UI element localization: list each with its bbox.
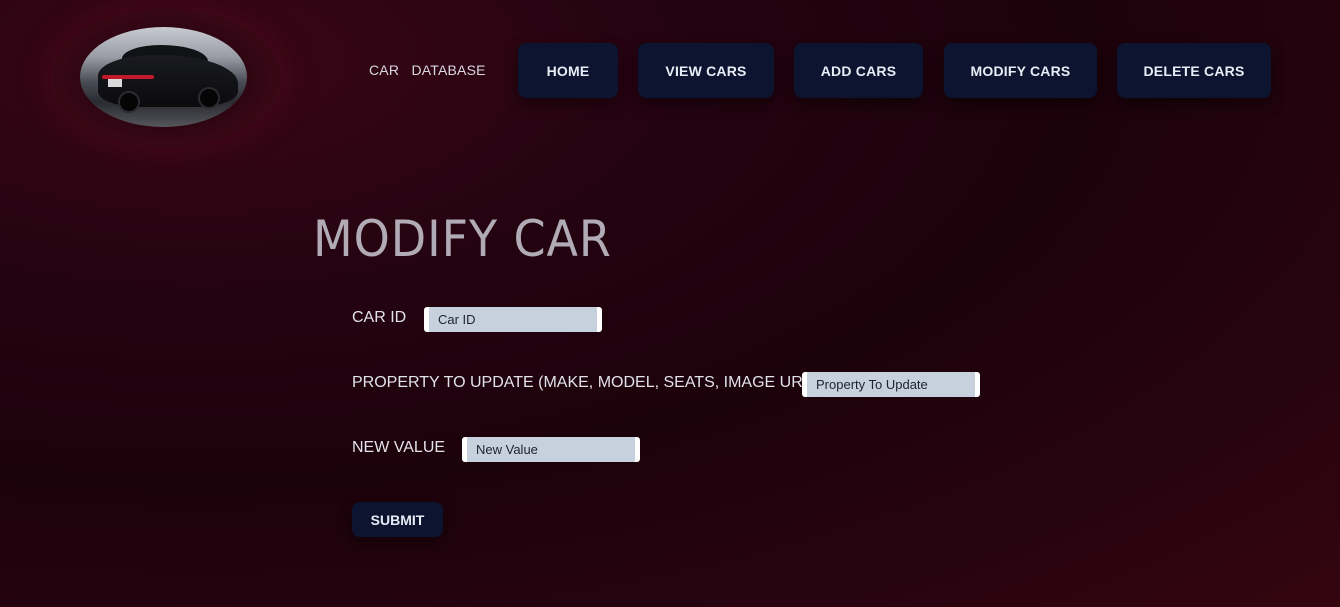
page-title: MODIFY CAR <box>313 210 612 268</box>
nav-view-cars-button[interactable]: VIEW CARS <box>638 43 774 98</box>
brand-word-database: DATABASE <box>411 62 486 78</box>
site-brand: CAR DATABASE <box>369 62 486 78</box>
car-id-label: CAR ID <box>352 309 407 326</box>
new-value-input[interactable] <box>462 437 640 462</box>
property-to-update-input[interactable] <box>802 372 980 397</box>
car-wheel-shape <box>198 87 220 109</box>
nav-home-button[interactable]: HOME <box>518 43 618 98</box>
brand-word-car: CAR <box>369 62 400 78</box>
property-to-update-label: PROPERTY TO UPDATE (MAKE, MODEL, SEATS, … <box>352 374 812 391</box>
nav-add-cars-button[interactable]: ADD CARS <box>794 43 923 98</box>
submit-button[interactable]: SUBMIT <box>352 502 443 537</box>
nav-modify-cars-button[interactable]: MODIFY CARS <box>944 43 1097 98</box>
new-value-label: NEW VALUE <box>352 439 446 456</box>
car-id-input[interactable] <box>424 307 602 332</box>
car-logo-image[interactable] <box>80 27 247 127</box>
car-wheel-shape <box>118 91 140 113</box>
nav-delete-cars-button[interactable]: DELETE CARS <box>1117 43 1271 98</box>
car-plate-shape <box>108 79 122 87</box>
